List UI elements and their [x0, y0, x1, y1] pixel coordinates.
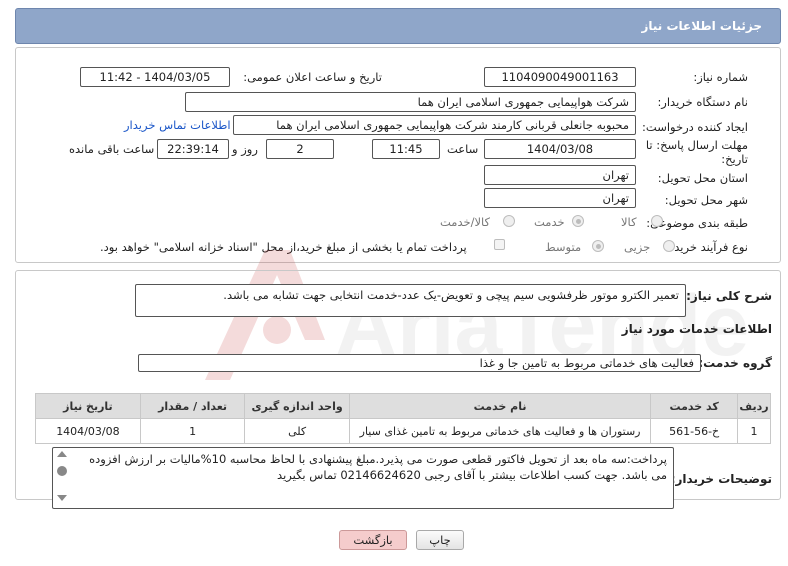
back-button[interactable]: بازگشت — [339, 530, 407, 550]
cell-qty: 1 — [139, 418, 246, 444]
deadline-time-label: ساعت — [447, 142, 479, 156]
buyer-contact-link[interactable]: اطلاعات تماس خریدار — [124, 118, 231, 132]
announce-label: تاریخ و ساعت اعلان عمومی: — [243, 70, 382, 84]
col-name-header: نام خدمت — [348, 393, 652, 419]
requester-label: ایجاد کننده درخواست: — [642, 120, 748, 134]
summary-label: شرح کلی نیاز: — [686, 289, 772, 303]
col-date-header: تاریخ نیاز — [35, 393, 141, 419]
services-table: ردیف کد خدمت نام خدمت واحد اندازه گیری ت… — [35, 393, 771, 444]
category-radio-goods[interactable] — [651, 215, 663, 227]
cell-date: 1404/03/08 — [35, 418, 141, 444]
category-radio-service[interactable] — [572, 215, 584, 227]
category-option-goods: کالا — [621, 215, 637, 229]
scroll-down-icon[interactable] — [57, 495, 67, 501]
remaining-label: ساعت باقی مانده — [69, 142, 155, 156]
deadline-label-line1: مهلت ارسال پاسخ: تا — [645, 138, 748, 152]
print-button[interactable]: چاپ — [416, 530, 464, 550]
deadline-time-field[interactable]: 11:45 — [372, 139, 440, 159]
summary-field[interactable]: تعمیر الکترو موتور ظرفشویی سیم پیچی و تع… — [135, 284, 686, 317]
cell-code: خ-56-561 — [650, 418, 739, 444]
cell-row: 1 — [737, 418, 771, 444]
city-field[interactable]: تهران — [484, 188, 636, 208]
scroll-thumb[interactable] — [57, 466, 67, 476]
col-row-header: ردیف — [737, 393, 771, 419]
buyer-org-field[interactable]: شرکت هواپیمایی جمهوری اسلامی ایران هما — [185, 92, 636, 112]
service-group-label: گروه خدمت: — [698, 356, 772, 370]
deadline-label-line2: تاریخ: — [721, 152, 748, 166]
buyer-notes-label: توضیحات خریدار: — [670, 472, 772, 486]
services-title: اطلاعات خدمات مورد نیاز — [621, 322, 772, 336]
category-radio-goods-service[interactable] — [503, 215, 515, 227]
province-field[interactable]: تهران — [484, 165, 636, 185]
requester-field[interactable]: محبوبه جانعلی قربانی کارمند شرکت هواپیما… — [233, 115, 636, 135]
category-option-goods-service: کالا/خدمت — [440, 215, 491, 229]
page-title: جزئیات اطلاعات نیاز — [641, 19, 762, 33]
cell-unit: کلی — [244, 418, 350, 444]
need-number-field[interactable]: 1104090049001163 — [484, 67, 636, 87]
buyer-org-label: نام دستگاه خریدار: — [657, 95, 748, 109]
announce-datetime-field[interactable]: 1404/03/05 - 11:42 — [80, 67, 230, 87]
need-number-label: شماره نیاز: — [693, 70, 748, 84]
col-qty-header: تعداد / مقدار — [139, 393, 246, 419]
province-label: استان محل تحویل: — [657, 171, 748, 185]
deadline-date-field[interactable]: 1404/03/08 — [484, 139, 636, 159]
city-label: شهر محل تحویل: — [664, 193, 748, 207]
scroll-up-icon[interactable] — [57, 451, 67, 457]
remaining-time-field[interactable]: 22:39:14 — [157, 139, 229, 159]
buyer-notes-field[interactable]: پرداخت:سه ماه بعد از تحویل فاکتور قطعی ص… — [52, 447, 674, 509]
table-header-row: ردیف کد خدمت نام خدمت واحد اندازه گیری ت… — [35, 393, 771, 419]
days-label: روز و — [232, 142, 258, 156]
page-header: جزئیات اطلاعات نیاز — [15, 8, 781, 44]
table-row: 1 خ-56-561 رستوران ها و فعالیت های خدمات… — [35, 418, 771, 444]
notes-scrollbar[interactable] — [57, 451, 67, 503]
cell-name: رستوران ها و فعالیت های خدماتی مربوط به … — [348, 418, 652, 444]
category-option-service: خدمت — [534, 215, 565, 229]
service-group-field[interactable]: فعالیت های خدماتی مربوط به تامین جا و غذ… — [138, 354, 701, 372]
col-code-header: کد خدمت — [650, 393, 739, 419]
days-field[interactable]: 2 — [266, 139, 334, 159]
col-unit-header: واحد اندازه گیری — [244, 393, 350, 419]
